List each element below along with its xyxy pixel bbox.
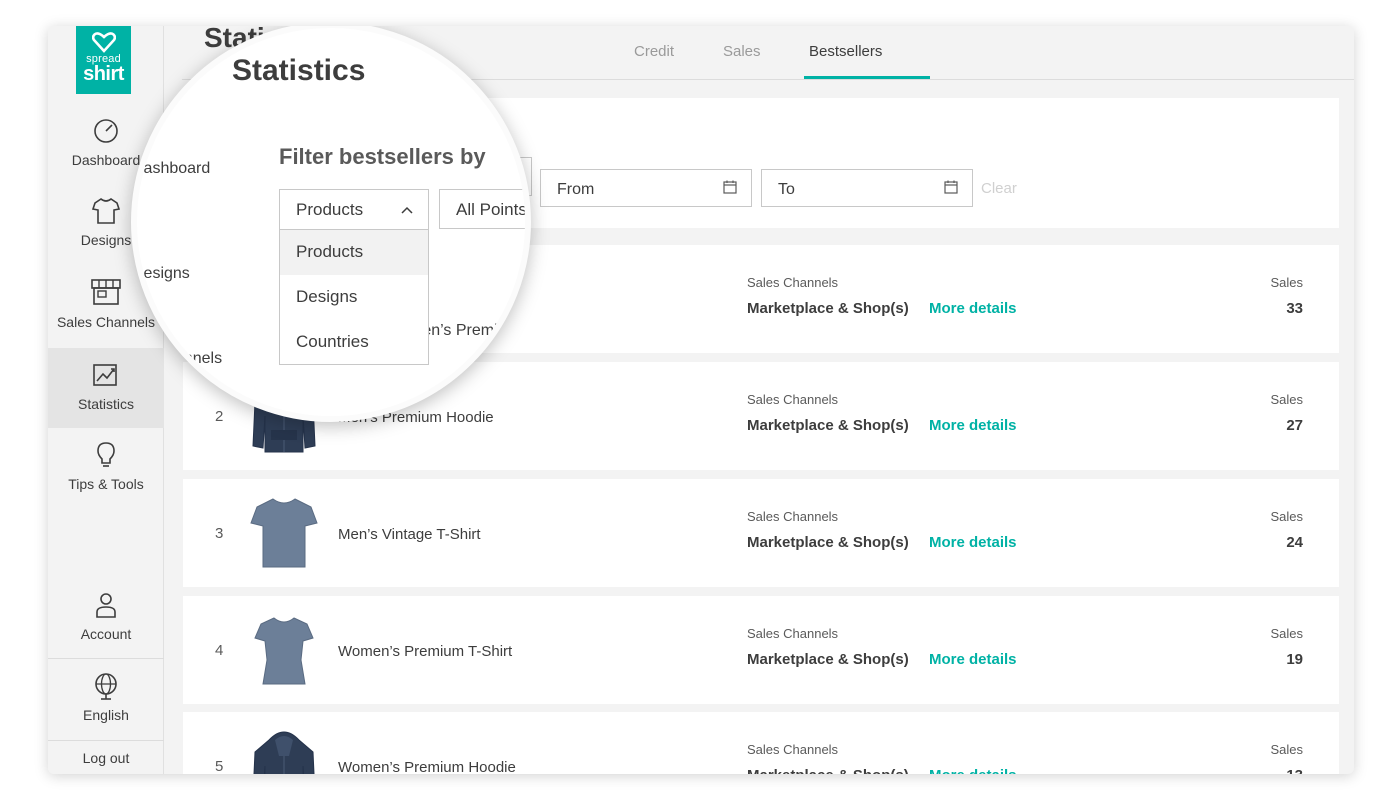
- sales-channels-value: Marketplace & Shop(s): [747, 534, 909, 551]
- rank-number: 3: [215, 525, 224, 542]
- magnified-sidebar-label: Sales Channels: [131, 350, 223, 367]
- calendar-icon: [944, 180, 958, 194]
- magnified-sidebar-label: Designs: [132, 265, 190, 282]
- sales-channels-value: Marketplace & Shop(s): [747, 767, 909, 774]
- table-row[interactable]: 5 Women’s Premium Hoodie Sales Channels Mar…: [183, 712, 1339, 774]
- sidebar-item-label: English: [83, 707, 129, 723]
- sales-channels-label: Sales Channels: [747, 626, 839, 641]
- table-row[interactable]: 3 Men’s Vintage T-Shirt Sales Channels Mark…: [183, 479, 1339, 587]
- sidebar-item-label: Designs: [80, 232, 132, 248]
- from-date-placeholder: From: [557, 181, 595, 198]
- sales-count: 33: [1286, 300, 1303, 317]
- sales-channels-value: Marketplace & Shop(s): [747, 417, 909, 434]
- product-name: Women’s Premium Hoodie: [338, 759, 516, 774]
- sales-channels-label: Sales Channels: [747, 275, 839, 290]
- sales-label: Sales: [1270, 392, 1303, 407]
- logout-link[interactable]: Log out: [48, 750, 164, 766]
- tab-sales[interactable]: Sales: [723, 43, 761, 60]
- sales-count: 19: [1286, 651, 1303, 668]
- magnified-view: Dashboard Designs Sales Channels Statist…: [131, 32, 527, 416]
- chart-icon: [93, 364, 117, 386]
- sales-label: Sales: [1270, 275, 1303, 290]
- logo-word-shirt: shirt: [83, 63, 124, 85]
- user-icon: [96, 593, 116, 618]
- app-window: spread shirt Dashboard Designs Sales Cha…: [48, 26, 1354, 774]
- product-name: Men’s Vintage T-Shirt: [338, 526, 481, 543]
- tshirt-icon: [91, 198, 121, 224]
- sidebar-item-tips-tools[interactable]: Tips & Tools: [48, 440, 164, 492]
- sidebar-item-language[interactable]: English: [48, 671, 164, 723]
- product-thumbnail: [249, 726, 319, 774]
- dropdown-selected[interactable]: Products: [280, 190, 428, 230]
- calendar-icon: [723, 180, 737, 194]
- sales-channels-label: Sales Channels: [747, 742, 839, 757]
- lightbulb-icon: [97, 442, 115, 467]
- more-details-link[interactable]: More details: [929, 417, 1017, 434]
- dashboard-gauge-icon: [94, 119, 118, 143]
- sales-channels-value: Marketplace & Shop(s): [747, 651, 909, 668]
- magnified-points-value: All Points of Sale: [456, 200, 527, 219]
- tab-credit[interactable]: Credit: [634, 43, 674, 60]
- sidebar-item-label: Dashboard: [71, 152, 141, 168]
- from-date-input[interactable]: From: [540, 169, 752, 207]
- product-thumbnail: [249, 610, 319, 690]
- magnified-page-title: Statistics: [232, 54, 366, 87]
- sales-channels-label: Sales Channels: [747, 392, 839, 407]
- sales-count: 27: [1286, 417, 1303, 434]
- sales-count: 13: [1286, 767, 1303, 774]
- magnified-points-select[interactable]: All Points of Sale: [439, 189, 527, 229]
- filter-type-dropdown[interactable]: Products Products Designs Countries: [279, 189, 429, 365]
- rank-number: 5: [215, 758, 224, 774]
- more-details-link[interactable]: More details: [929, 651, 1017, 668]
- more-details-link[interactable]: More details: [929, 767, 1017, 774]
- sidebar-divider: [48, 740, 164, 741]
- sales-label: Sales: [1270, 626, 1303, 641]
- logout-label: Log out: [82, 750, 130, 766]
- product-thumbnail: [249, 493, 319, 573]
- sidebar-item-label: Account: [80, 626, 132, 642]
- spreadshirt-logo[interactable]: spread shirt: [76, 26, 131, 94]
- chevron-up-icon: [401, 206, 413, 214]
- active-tab-indicator: [804, 76, 930, 79]
- magnified-filter-heading: Filter bestsellers by: [279, 144, 486, 169]
- dropdown-option-countries[interactable]: Countries: [280, 320, 428, 365]
- magnified-sidebar-label: Dashboard: [132, 160, 211, 177]
- heart-logo-icon: [91, 32, 116, 53]
- sidebar-item-label: Statistics: [77, 396, 134, 412]
- table-row[interactable]: 4 Women’s Premium T-Shirt Sales Channels Ma…: [183, 596, 1339, 704]
- sidebar-item-label: Tips & Tools: [68, 476, 144, 492]
- more-details-link[interactable]: More details: [929, 534, 1017, 551]
- sidebar-divider: [48, 658, 164, 659]
- more-details-link[interactable]: More details: [929, 300, 1017, 317]
- sidebar-item-account[interactable]: Account: [48, 590, 164, 642]
- dropdown-option-designs[interactable]: Designs: [280, 275, 428, 320]
- sales-label: Sales: [1270, 742, 1303, 757]
- sales-count: 24: [1286, 534, 1303, 551]
- magnifier-lens: Dashboard Designs Sales Channels Statist…: [131, 26, 531, 422]
- storefront-icon: [91, 279, 121, 305]
- sales-channels-label: Sales Channels: [747, 509, 839, 524]
- sales-channels-value: Marketplace & Shop(s): [747, 300, 909, 317]
- sales-label: Sales: [1270, 509, 1303, 524]
- dropdown-selected-value: Products: [296, 200, 364, 219]
- globe-icon: [95, 673, 117, 700]
- dropdown-option-products[interactable]: Products: [280, 230, 428, 275]
- to-date-placeholder: To: [778, 181, 795, 198]
- rank-number: 4: [215, 642, 224, 659]
- to-date-input[interactable]: To: [761, 169, 973, 207]
- clear-filters-link[interactable]: Clear: [981, 180, 1017, 197]
- tab-bestsellers[interactable]: Bestsellers: [809, 43, 882, 60]
- product-name: Women’s Premium T-Shirt: [338, 643, 513, 660]
